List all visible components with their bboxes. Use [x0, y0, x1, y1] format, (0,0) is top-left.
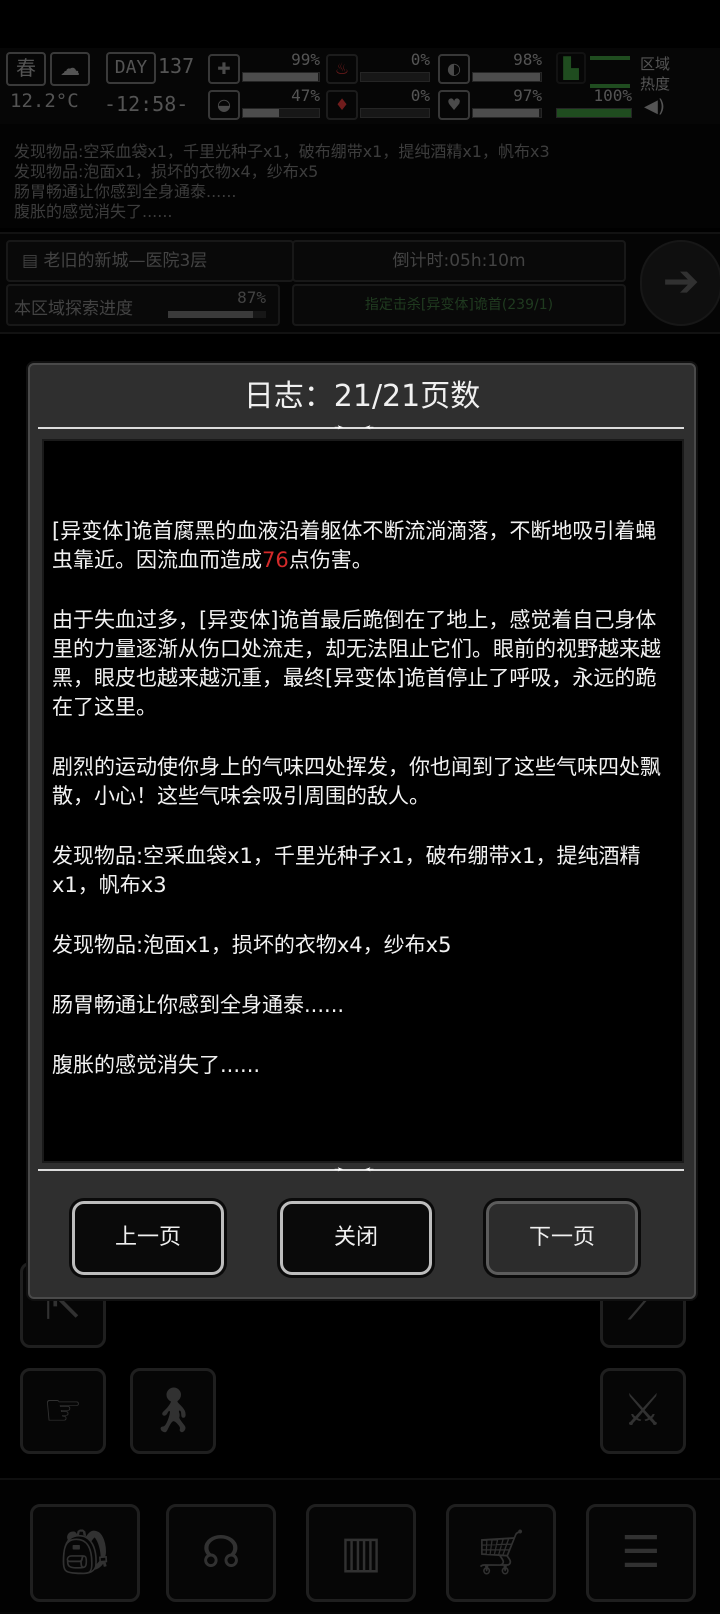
log-dialog: 日志：21/21页数 ➛ ➛ [异变体]诡首腐黑的血液沿着躯体不断流淌滴落，不断地… — [28, 363, 696, 1299]
divider: ➛ ➛ — [38, 420, 684, 434]
next-page-button[interactable]: 下一页 — [486, 1201, 638, 1275]
log-text: [异变体]诡首腐黑的血液沿着躯体不断流淌滴落，不断地吸引着蝇虫靠近。因流血而造成… — [52, 517, 672, 1111]
log-content-panel: [异变体]诡首腐黑的血液沿着躯体不断流淌滴落，不断地吸引着蝇虫靠近。因流血而造成… — [42, 439, 684, 1163]
divider: ➛ ➛ — [38, 1162, 684, 1176]
damage-number: 76 — [262, 548, 289, 572]
log-dialog-title: 日志：21/21页数 — [243, 379, 481, 414]
log-entry: 腹胀的感觉消失了...... — [52, 1053, 261, 1077]
log-entry: 由于失血过多，[异变体]诡首最后跪倒在了地上，感觉着自己身体里的力量逐渐从伤口处… — [52, 608, 661, 719]
log-entry: 发现物品:泡面x1，损坏的衣物x4，纱布x5 — [52, 933, 452, 957]
log-entry: 肠胃畅通让你感到全身通泰...... — [52, 993, 345, 1017]
log-entry: 剧烈的运动使你身上的气味四处挥发，你也闻到了这些气味四处飘散，小心！这些气味会吸… — [52, 755, 661, 808]
previous-page-button[interactable]: 上一页 — [72, 1201, 224, 1275]
log-entry: 发现物品:空采血袋x1，千里光种子x1，破布绷带x1，提纯酒精x1，帆布x3 — [52, 844, 641, 897]
log-entry: [异变体]诡首腐黑的血液沿着躯体不断流淌滴落，不断地吸引着蝇虫靠近。因流血而造成… — [52, 519, 657, 572]
close-button[interactable]: 关闭 — [280, 1201, 432, 1275]
